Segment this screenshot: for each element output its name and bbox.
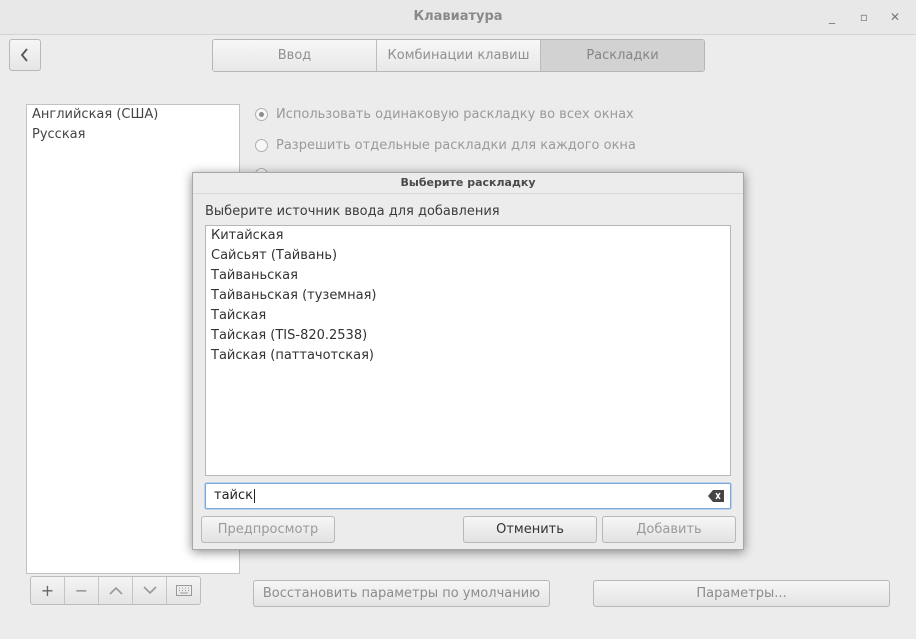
search-value: тайск bbox=[214, 488, 253, 503]
add-button[interactable]: Добавить bbox=[602, 516, 736, 543]
dialog-prompt: Выберите источник ввода для добавления bbox=[205, 204, 500, 219]
maximize-icon[interactable]: ▫ bbox=[855, 8, 873, 26]
list-item[interactable]: Тайваньская (туземная) bbox=[206, 286, 730, 306]
list-item[interactable]: Тайская (паттачотская) bbox=[206, 346, 730, 366]
layout-list-toolbar: + − bbox=[30, 576, 201, 605]
list-item[interactable]: Тайская (TIS-820.2538) bbox=[206, 326, 730, 346]
dialog-title: Выберите раскладку bbox=[193, 173, 743, 194]
list-item[interactable]: Сайсьят (Тайвань) bbox=[206, 246, 730, 266]
same-layout-label: Использовать одинаковую раскладку во все… bbox=[276, 107, 634, 122]
title-bar: Клавиатура _ ▫ ✕ bbox=[0, 0, 916, 35]
close-icon[interactable]: ✕ bbox=[886, 8, 904, 26]
list-item[interactable]: Английская (США) bbox=[27, 105, 239, 125]
search-input[interactable]: тайск bbox=[205, 483, 731, 509]
window-title: Клавиатура bbox=[413, 9, 503, 24]
parameters-button[interactable]: Параметры... bbox=[593, 580, 890, 607]
radio-checked[interactable] bbox=[255, 108, 268, 121]
list-item[interactable]: Тайская bbox=[206, 306, 730, 326]
input-source-list[interactable]: Китайская Сайсьят (Тайвань) Тайваньская … bbox=[205, 225, 731, 476]
list-item[interactable]: Русская bbox=[27, 125, 239, 145]
separate-layout-label: Разрешить отдельные раскладки для каждог… bbox=[276, 138, 636, 153]
tab-input[interactable]: Ввод bbox=[213, 40, 377, 71]
chevron-up-icon bbox=[108, 586, 123, 595]
same-layout-option[interactable]: Использовать одинаковую раскладку во все… bbox=[255, 107, 634, 122]
tab-shortcuts[interactable]: Комбинации клавиш bbox=[377, 40, 541, 71]
restore-defaults-button[interactable]: Восстановить параметры по умолчанию bbox=[253, 580, 550, 607]
radio-unchecked[interactable] bbox=[255, 139, 268, 152]
cancel-button[interactable]: Отменить bbox=[463, 516, 597, 543]
minimize-icon[interactable]: _ bbox=[823, 8, 841, 26]
text-caret bbox=[254, 488, 255, 503]
tab-bar: Ввод Комбинации клавиш Раскладки bbox=[212, 39, 705, 72]
show-layout-button[interactable] bbox=[167, 577, 200, 604]
tab-layouts[interactable]: Раскладки bbox=[541, 40, 704, 71]
remove-layout-button[interactable]: − bbox=[65, 577, 99, 604]
separate-layout-option[interactable]: Разрешить отдельные раскладки для каждог… bbox=[255, 138, 636, 153]
keyboard-icon bbox=[175, 585, 192, 596]
choose-layout-dialog: Выберите раскладку Выберите источник вво… bbox=[192, 172, 744, 550]
list-item[interactable]: Китайская bbox=[206, 226, 730, 246]
clear-text-icon[interactable] bbox=[708, 490, 724, 502]
preview-button[interactable]: Предпросмотр bbox=[201, 516, 335, 543]
add-layout-button[interactable]: + bbox=[31, 577, 65, 604]
move-down-button[interactable] bbox=[133, 577, 167, 604]
move-up-button[interactable] bbox=[99, 577, 133, 604]
back-button[interactable] bbox=[9, 39, 41, 71]
chevron-left-icon bbox=[20, 48, 28, 62]
chevron-down-icon bbox=[142, 586, 157, 595]
list-item[interactable]: Тайваньская bbox=[206, 266, 730, 286]
